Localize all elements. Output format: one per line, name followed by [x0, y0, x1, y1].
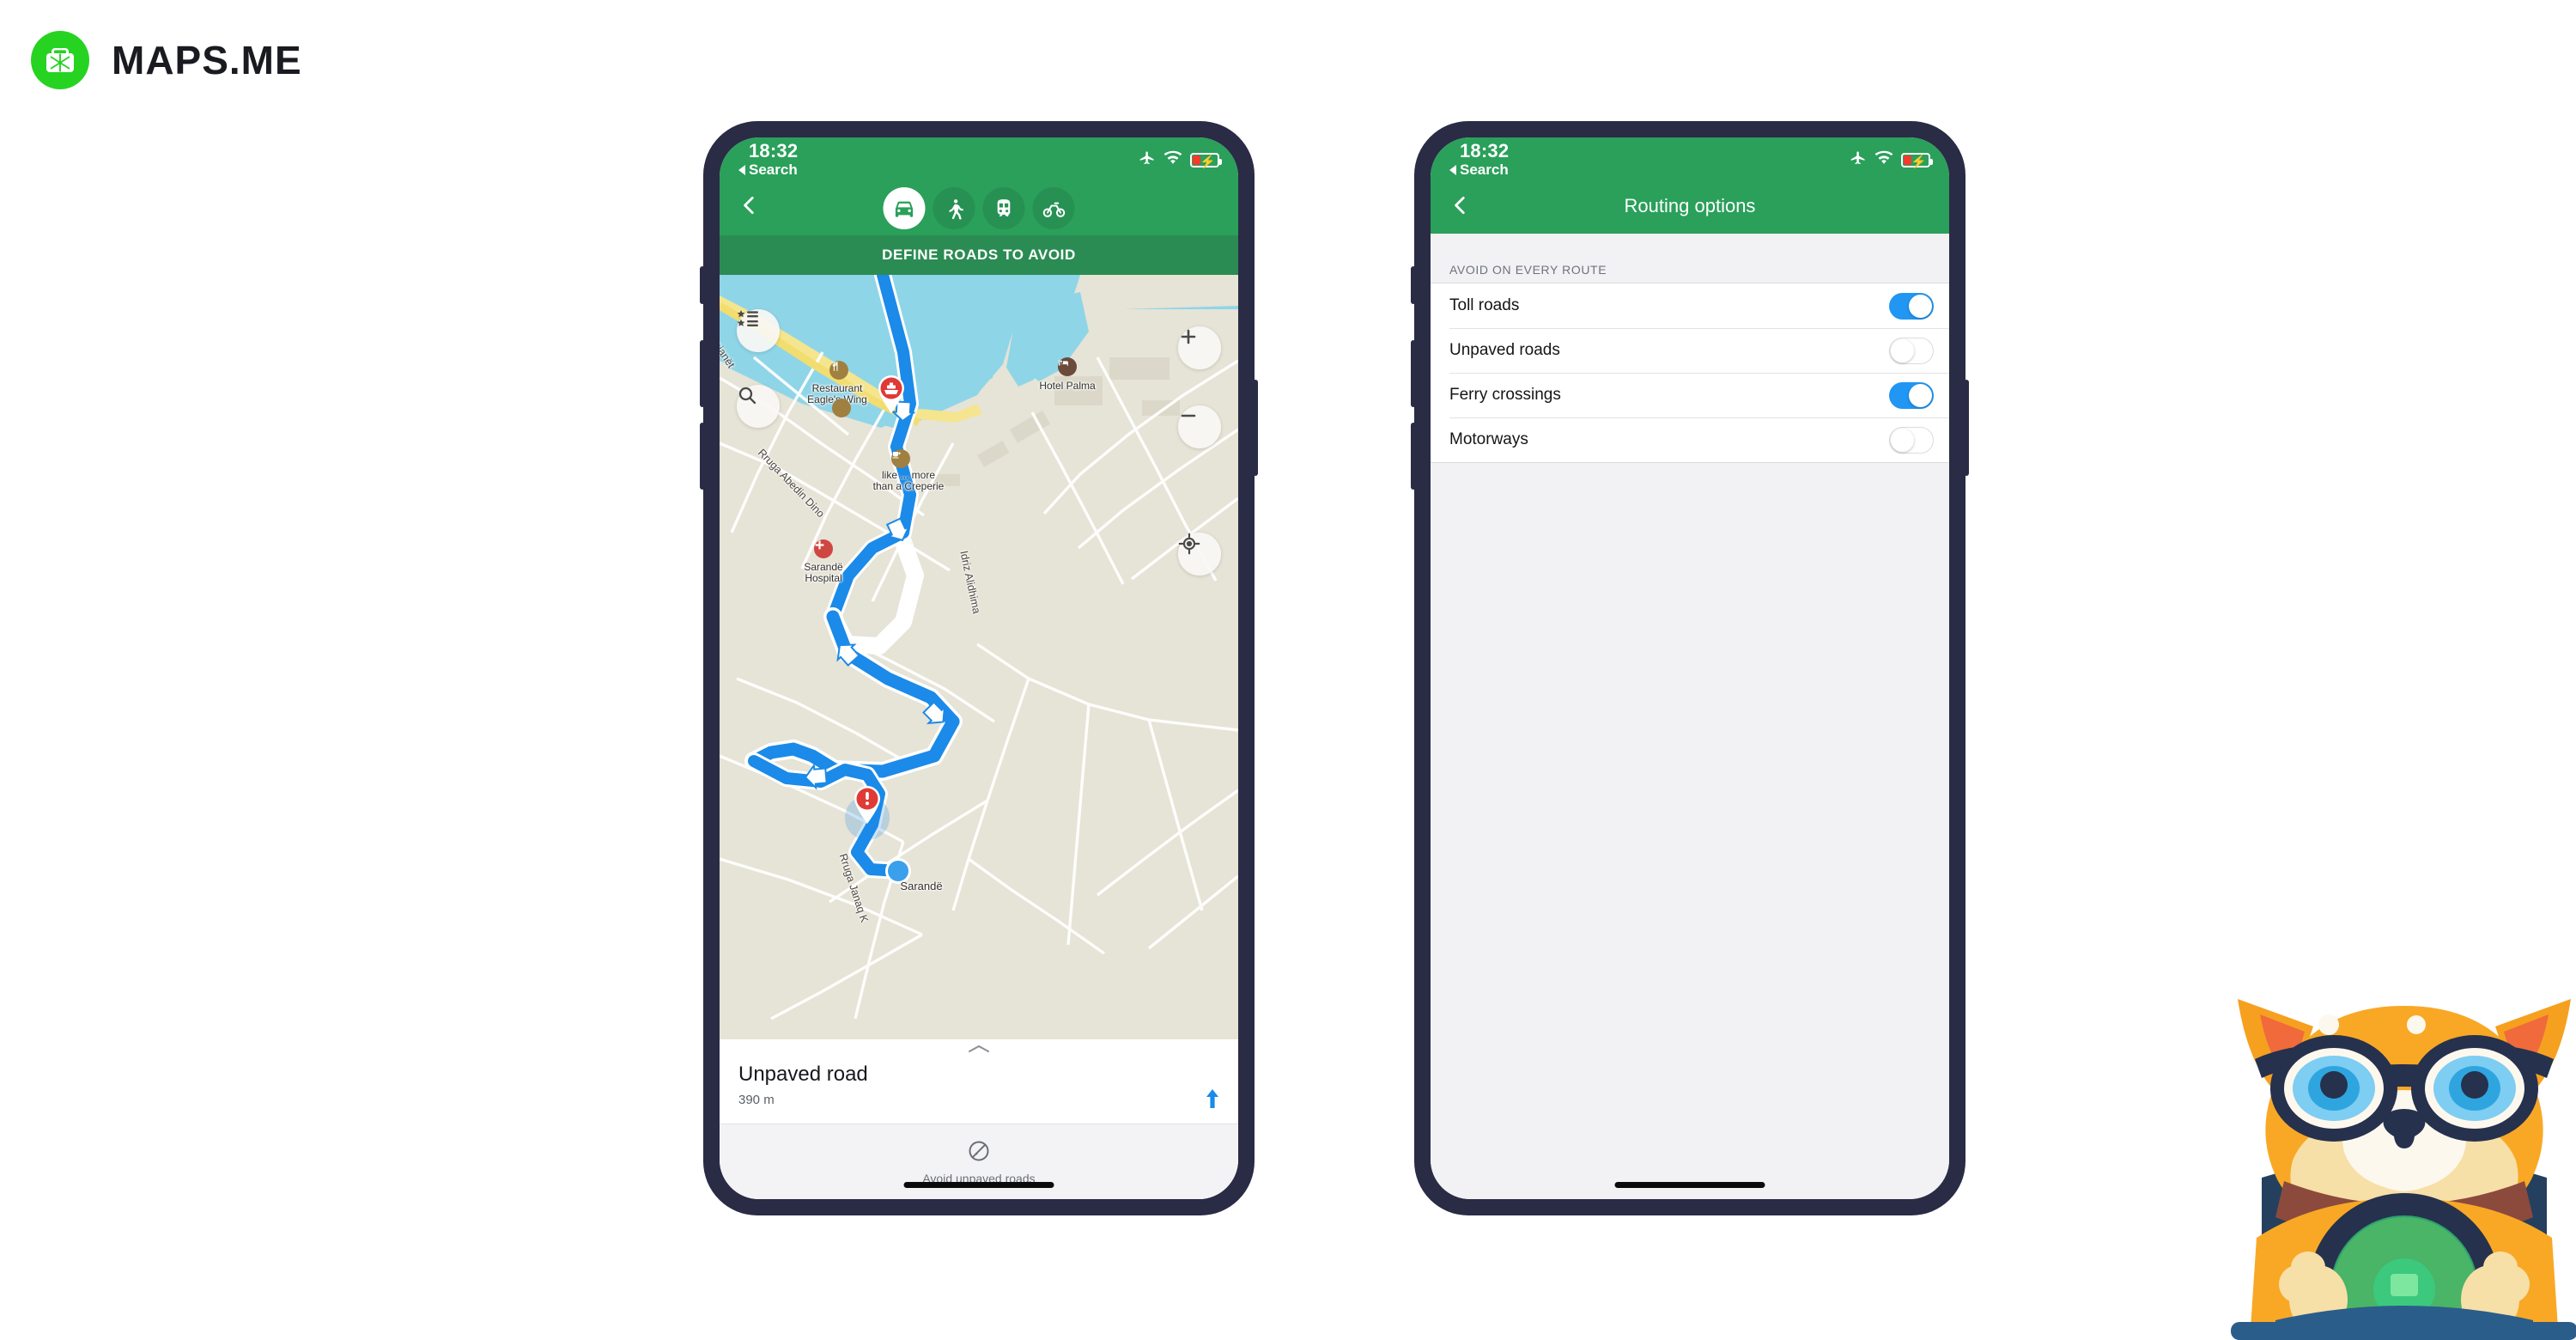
chevron-up-icon[interactable] — [967, 1043, 991, 1052]
volume-up-button[interactable] — [700, 340, 705, 407]
transport-mode-switcher — [883, 187, 1075, 229]
option-label-toll-roads: Toll roads — [1449, 296, 1520, 314]
battery-charging-icon: ⚡ — [1190, 153, 1222, 169]
zoom-in-button[interactable] — [1178, 326, 1221, 369]
toggle-motorways[interactable] — [1889, 426, 1934, 454]
define-roads-banner[interactable]: DEFINE ROADS TO AVOID — [720, 235, 1238, 275]
cafe-icon[interactable] — [891, 449, 910, 468]
route-navbar — [720, 182, 1238, 235]
option-label-motorways: Motorways — [1449, 430, 1528, 448]
airplane-mode-icon — [1139, 149, 1156, 171]
road-info-sheet: Unpaved road 390 m Avoid unpaved roads — [720, 1039, 1238, 1199]
restaurant-icon[interactable] — [829, 361, 848, 380]
map-canvas[interactable]: Restaurant Eagle's Wing Hotel Palma like… — [720, 275, 1238, 1039]
page-title: Routing options — [1624, 195, 1756, 216]
option-row-toll-roads[interactable]: Toll roads — [1431, 283, 1949, 328]
sheet-distance: 390 m — [738, 1093, 775, 1107]
home-indicator[interactable] — [903, 1182, 1054, 1188]
home-indicator-2[interactable] — [1614, 1182, 1765, 1188]
avoid-options-list: Toll roads Unpaved roads Ferry crossings… — [1431, 283, 1949, 463]
mode-pedestrian[interactable] — [933, 187, 975, 229]
power-button[interactable] — [1253, 380, 1258, 476]
status-icons-2: ⚡ — [1850, 149, 1933, 171]
option-row-motorways[interactable]: Motorways — [1431, 417, 1949, 462]
power-button-2[interactable] — [1964, 380, 1969, 476]
hospital-icon[interactable] — [814, 539, 833, 558]
status-bar: 18:32 Search ⚡ — [720, 137, 1238, 182]
airplane-mode-icon-2 — [1850, 149, 1867, 171]
toggle-ferry-crossings[interactable] — [1889, 381, 1934, 409]
search-icon[interactable] — [737, 385, 780, 428]
status-back-to-search-2[interactable]: Search — [1449, 161, 1509, 179]
page-root: MAPS.ME 18:32 Search ⚡ DEFINE ROADS TO A… — [0, 0, 2576, 1340]
brand-logo: MAPS.ME — [31, 31, 302, 89]
option-row-unpaved-roads[interactable]: Unpaved roads — [1431, 328, 1949, 373]
status-icons: ⚡ — [1139, 149, 1222, 171]
bookmarks-list-icon[interactable] — [737, 309, 780, 352]
mode-bicycle[interactable] — [1032, 187, 1075, 229]
option-label-unpaved-roads: Unpaved roads — [1449, 341, 1560, 359]
silent-switch-2[interactable] — [1411, 266, 1416, 304]
back-button[interactable] — [738, 194, 761, 216]
wifi-icon — [1163, 150, 1182, 170]
toggle-toll-roads[interactable] — [1889, 292, 1934, 320]
sheet-title: Unpaved road — [738, 1063, 868, 1086]
toggle-unpaved-roads[interactable] — [1889, 337, 1934, 364]
option-label-ferry-crossings: Ferry crossings — [1449, 386, 1561, 404]
status-bar-2: 18:32 Search ⚡ — [1431, 137, 1949, 182]
status-back-label: Search — [749, 161, 798, 178]
wifi-icon-2 — [1874, 150, 1893, 170]
status-back-label-2: Search — [1460, 161, 1509, 178]
zoom-out-button[interactable] — [1178, 405, 1221, 448]
hotel-icon[interactable] — [1058, 357, 1077, 376]
phone-route-screen: 18:32 Search ⚡ DEFINE ROADS TO AVOID Res… — [700, 122, 1258, 1215]
brand-name: MAPS.ME — [112, 38, 302, 82]
shiba-driver-mascot — [2231, 975, 2576, 1340]
phone2-screen: 18:32 Search ⚡ Routing options AVOID ON … — [1431, 137, 1949, 1199]
routing-options-navbar: Routing options — [1431, 182, 1949, 234]
section-header-avoid: AVOID ON EVERY ROUTE — [1449, 263, 1607, 277]
routing-options-body: AVOID ON EVERY ROUTE Toll roads Unpaved … — [1431, 234, 1949, 1199]
battery-charging-icon-2: ⚡ — [1901, 153, 1933, 169]
mode-transit[interactable] — [982, 187, 1025, 229]
arrow-up-icon[interactable] — [1206, 1089, 1219, 1112]
status-time: 18:32 — [749, 140, 799, 161]
volume-up-button-2[interactable] — [1411, 340, 1416, 407]
phone1-screen: 18:32 Search ⚡ DEFINE ROADS TO AVOID Res… — [720, 137, 1238, 1199]
option-row-ferry-crossings[interactable]: Ferry crossings — [1431, 373, 1949, 417]
volume-down-button-2[interactable] — [1411, 423, 1416, 490]
maps-me-suitcase-icon — [31, 31, 89, 89]
mode-car[interactable] — [883, 187, 926, 229]
status-back-to-search[interactable]: Search — [738, 161, 798, 179]
phone-routing-options-screen: 18:32 Search ⚡ Routing options AVOID ON … — [1411, 122, 1969, 1215]
silent-switch[interactable] — [700, 266, 705, 304]
back-triangle-icon — [738, 165, 745, 175]
back-triangle-icon-2 — [1449, 165, 1456, 175]
no-unpaved-icon — [967, 1139, 991, 1167]
volume-down-button[interactable] — [700, 423, 705, 490]
status-time-2: 18:32 — [1460, 140, 1510, 161]
my-location-button[interactable] — [1178, 533, 1221, 576]
